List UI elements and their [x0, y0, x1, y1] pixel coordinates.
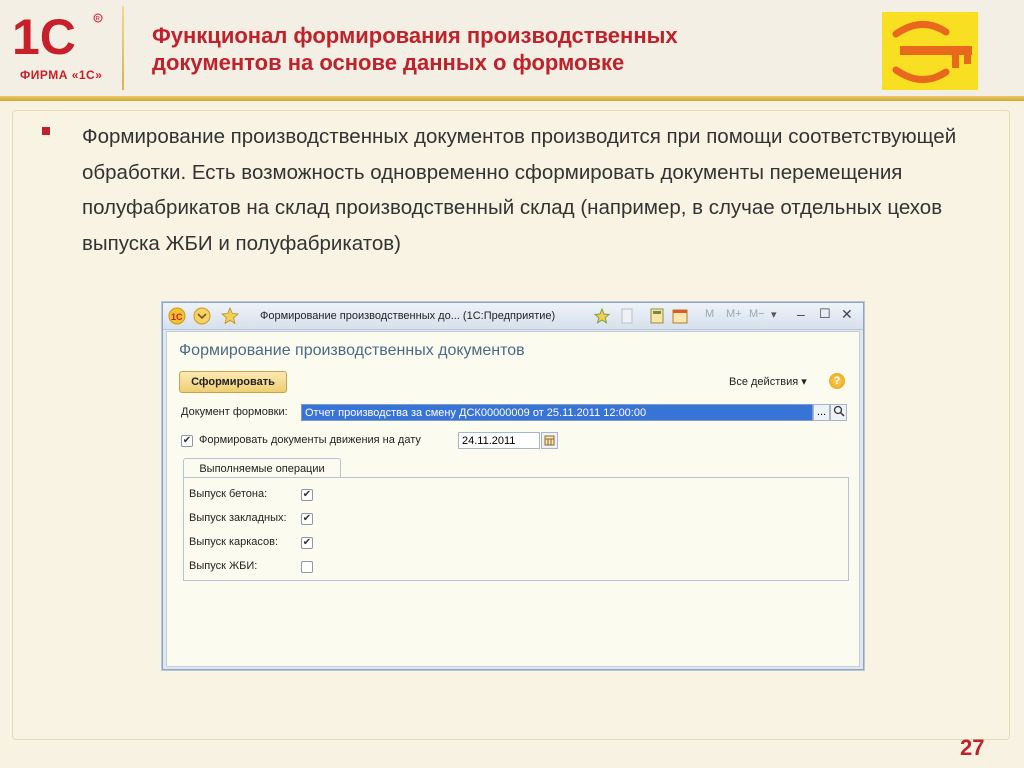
doc-label: Документ формовки:: [181, 406, 288, 418]
close-icon[interactable]: ✕: [841, 306, 853, 323]
form-title: Формирование производственных документов: [179, 342, 525, 359]
app-window: 1С Формирование производственных до... (…: [162, 302, 864, 670]
maximize-icon[interactable]: ☐: [819, 306, 831, 322]
1c-logo: 1С R ФИРМА «1С»: [10, 8, 110, 84]
add-favorite-star-icon[interactable]: [593, 307, 611, 325]
operation-checkbox-karkasy[interactable]: ✔: [301, 537, 313, 549]
calendar-icon[interactable]: [541, 432, 558, 449]
header-divider: [122, 6, 124, 90]
doc-formovka-input[interactable]: Отчет производства за смену ДСК00000009 …: [301, 404, 813, 421]
title-line-1: Функционал формирования производственных: [152, 23, 678, 48]
toolbar-chevron-icon[interactable]: ▾: [771, 308, 777, 321]
memory-m-button[interactable]: M: [705, 308, 714, 320]
svg-text:R: R: [96, 17, 101, 23]
svg-text:1С: 1С: [171, 312, 183, 322]
calendar-icon[interactable]: [671, 307, 689, 325]
operation-label: Выпуск бетона:: [189, 488, 268, 500]
key-logo: [882, 12, 978, 90]
calculator-icon[interactable]: [648, 307, 666, 325]
date-input[interactable]: 24.11.2011: [458, 432, 540, 449]
memory-minus-button[interactable]: M−: [749, 308, 765, 320]
operation-label: Выпуск ЖБИ:: [189, 560, 258, 572]
generate-button[interactable]: Сформировать: [179, 371, 287, 393]
title-line-2: документов на основе данных о формовке: [152, 50, 625, 75]
document-icon[interactable]: [618, 307, 636, 325]
help-icon[interactable]: ?: [829, 373, 845, 389]
logo-caption: ФИРМА «1С»: [20, 68, 103, 82]
favorites-star-icon[interactable]: [221, 307, 239, 325]
window-title: Формирование производственных до... (1С:…: [260, 310, 556, 322]
minimize-icon[interactable]: –: [797, 306, 805, 322]
menu-dropdown-icon[interactable]: [193, 307, 211, 325]
svg-text:1С: 1С: [12, 9, 76, 65]
header-underline: [0, 96, 1024, 101]
operation-label: Выпуск закладных:: [189, 512, 287, 524]
slide-title: Функционал формирования производственных…: [152, 22, 852, 76]
tab-operations[interactable]: Выполняемые операции: [183, 458, 341, 479]
operation-checkbox-beton[interactable]: ✔: [301, 489, 313, 501]
select-doc-button[interactable]: ...: [813, 404, 830, 421]
operation-checkbox-zakladnye[interactable]: ✔: [301, 513, 313, 525]
operation-label: Выпуск каркасов:: [189, 536, 279, 548]
search-icon[interactable]: [830, 404, 847, 421]
slide-header: 1С R ФИРМА «1С» Функционал формирования …: [0, 0, 1024, 97]
form-body: Формирование производственных документов…: [166, 331, 860, 667]
app-1c-icon[interactable]: 1С: [168, 307, 186, 325]
operations-panel: Выпуск бетона: ✔ Выпуск закладных: ✔ Вып…: [183, 477, 849, 581]
bullet-square-icon: [42, 127, 50, 135]
1c-logo-icon: 1С R: [12, 9, 103, 65]
operation-checkbox-zhbi[interactable]: [301, 561, 313, 573]
page-number: 27: [960, 735, 985, 760]
all-actions-menu[interactable]: Все действия ▾: [729, 375, 807, 388]
movement-date-checkbox[interactable]: ✔: [181, 435, 193, 447]
key-icon: [892, 21, 972, 83]
bullet-text: Формирование производственных документов…: [82, 125, 957, 255]
movement-label: Формировать документы движения на дату: [199, 434, 421, 446]
memory-plus-button[interactable]: M+: [726, 308, 742, 320]
window-titlebar: 1С Формирование производственных до... (…: [163, 303, 863, 330]
